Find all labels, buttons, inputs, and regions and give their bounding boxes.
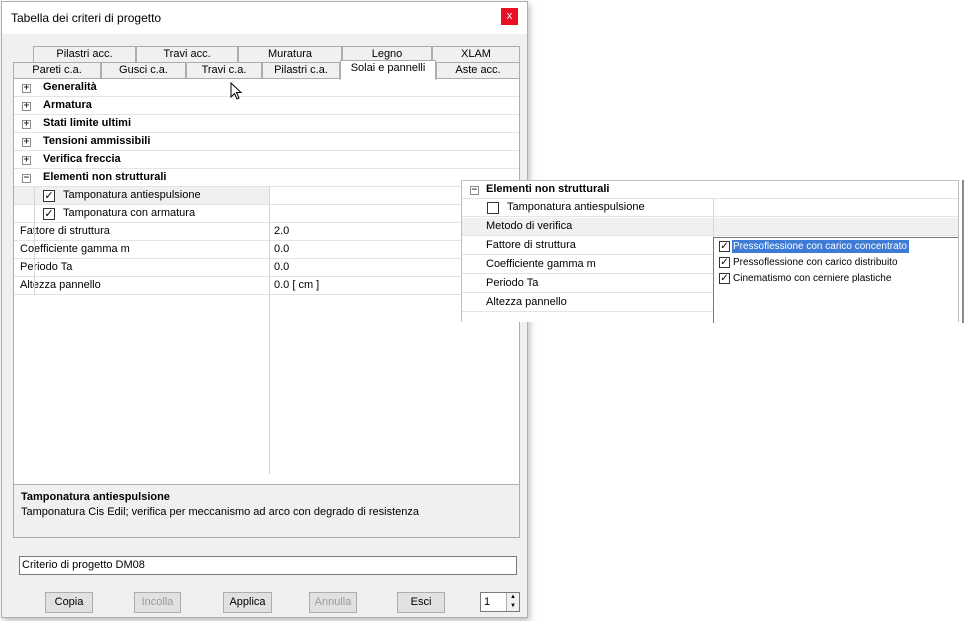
tab-travi-ca[interactable]: Travi c.a.: [186, 62, 262, 79]
title-bar: Tabella dei criteri di progetto x: [2, 2, 527, 34]
row-coefficiente-gamma-m[interactable]: Coefficiente gamma m 0.0: [14, 241, 519, 259]
option-checkbox[interactable]: ✓: [719, 241, 730, 252]
category-elementi-non-strutturali[interactable]: − Elementi non strutturali: [14, 169, 519, 187]
tab-pareti-ca[interactable]: Pareti c.a.: [13, 62, 101, 79]
collapse-icon[interactable]: −: [470, 186, 479, 195]
expand-icon[interactable]: +: [22, 120, 31, 129]
metodo-dropdown-list[interactable]: ✓ Pressoflessione con carico concentrato…: [713, 237, 958, 323]
option-checkbox[interactable]: ✓: [719, 257, 730, 268]
category-label: Elementi non strutturali: [486, 183, 610, 195]
category-label: Verifica freccia: [43, 153, 121, 165]
option-pressoflessione-concentrato[interactable]: ✓ Pressoflessione con carico concentrato: [718, 240, 946, 254]
checkbox-tamponatura-antiespulsione[interactable]: ✓: [43, 190, 55, 202]
category-label: Elementi non strutturali: [43, 171, 167, 183]
description-panel: Tamponatura antiespulsione Tamponatura C…: [13, 484, 520, 538]
spin-up-icon[interactable]: ▲: [507, 593, 519, 602]
property-label: Fattore di struttura: [486, 239, 576, 251]
description-title: Tamponatura antiespulsione: [21, 491, 170, 503]
tab-pilastri-acc[interactable]: Pilastri acc.: [33, 46, 136, 63]
tab-xlam[interactable]: XLAM: [432, 46, 520, 63]
row-tamponatura-con-armatura[interactable]: ✓ Tamponatura con armatura: [14, 205, 519, 223]
zoom-row-metodo-di-verifica[interactable]: Metodo di verifica: [462, 218, 958, 236]
property-label: Coefficiente gamma m: [20, 243, 130, 255]
spinner-arrows[interactable]: ▲ ▼: [506, 593, 519, 611]
category-stati-limite-ultimi[interactable]: + Stati limite ultimi: [14, 115, 519, 133]
expand-icon[interactable]: +: [22, 102, 31, 111]
zoom-category-elementi-non-strutturali[interactable]: − Elementi non strutturali: [462, 181, 958, 199]
criterio-field[interactable]: Criterio di progetto DM08: [19, 556, 517, 575]
row-altezza-pannello[interactable]: Altezza pannello 0.0 [ cm ]: [14, 277, 519, 295]
description-text: Tamponatura Cis Edil; verifica per mecca…: [21, 506, 420, 518]
tab-gusci-ca[interactable]: Gusci c.a.: [101, 62, 186, 79]
property-label: Tamponatura antiespulsione: [63, 189, 201, 201]
expand-icon[interactable]: +: [22, 156, 31, 165]
property-label: Periodo Ta: [486, 277, 539, 289]
property-label: Coefficiente gamma m: [486, 258, 596, 270]
row-periodo-ta[interactable]: Periodo Ta 0.0: [14, 259, 519, 277]
zoom-row-tamponatura-antiespulsione[interactable]: Tamponatura antiespulsione: [462, 199, 958, 217]
category-generalita[interactable]: + Generalità: [14, 79, 519, 97]
tab-aste-acc[interactable]: Aste acc.: [436, 62, 520, 79]
tab-solai-e-pannelli[interactable]: Solai e pannelli: [340, 60, 436, 80]
esci-button[interactable]: Esci: [397, 592, 445, 613]
property-label: Tamponatura con armatura: [63, 207, 196, 219]
property-value[interactable]: 2.0: [274, 225, 289, 237]
category-label: Tensioni ammissibili: [43, 135, 151, 147]
property-value[interactable]: 0.0: [274, 243, 289, 255]
category-tensioni-ammissibili[interactable]: + Tensioni ammissibili: [14, 133, 519, 151]
property-label: Metodo di verifica: [486, 220, 573, 232]
property-label: Tamponatura antiespulsione: [507, 201, 645, 213]
option-pressoflessione-distribuito[interactable]: ✓ Pressoflessione con carico distribuito: [718, 256, 946, 270]
mouse-cursor-icon: [230, 82, 243, 100]
window-title: Tabella dei criteri di progetto: [11, 11, 162, 25]
expand-icon[interactable]: +: [22, 138, 31, 147]
tab-row-bottom: Pareti c.a. Gusci c.a. Travi c.a. Pilast…: [2, 60, 527, 80]
row-fattore-di-struttura[interactable]: Fattore di struttura 2.0: [14, 223, 519, 241]
property-grid: + Generalità + Armatura + Stati limite u…: [13, 78, 520, 485]
checkbox-tamponatura-antiespulsione[interactable]: [487, 202, 499, 214]
criteria-dialog: Tabella dei criteri di progetto x Pilast…: [1, 1, 528, 618]
checkbox-tamponatura-con-armatura[interactable]: ✓: [43, 208, 55, 220]
indent-divider: [34, 187, 35, 295]
tab-row-top: Pilastri acc. Travi acc. Muratura Legno …: [2, 46, 527, 63]
annulla-button[interactable]: Annulla: [309, 592, 357, 613]
option-label: Pressoflessione con carico concentrato: [732, 240, 909, 253]
expand-icon[interactable]: +: [22, 84, 31, 93]
category-armatura[interactable]: + Armatura: [14, 97, 519, 115]
tab-travi-acc[interactable]: Travi acc.: [136, 46, 238, 63]
copia-button[interactable]: Copia: [45, 592, 93, 613]
column-divider[interactable]: [269, 187, 270, 474]
category-label: Stati limite ultimi: [43, 117, 132, 129]
zoom-panel-edge: [962, 180, 964, 323]
category-verifica-freccia[interactable]: + Verifica freccia: [14, 151, 519, 169]
option-cinematismo-cerniere[interactable]: ✓ Cinematismo con cerniere plastiche: [718, 272, 946, 286]
property-label: Periodo Ta: [20, 261, 73, 273]
property-label: Altezza pannello: [20, 279, 101, 291]
tab-pilastri-ca[interactable]: Pilastri c.a.: [262, 62, 340, 79]
close-button[interactable]: x: [501, 8, 518, 25]
spinner-value: 1: [484, 596, 491, 608]
tab-muratura[interactable]: Muratura: [238, 46, 342, 63]
row-tamponatura-antiespulsione[interactable]: ✓ Tamponatura antiespulsione: [14, 187, 269, 205]
option-label: Cinematismo con cerniere plastiche: [733, 273, 892, 284]
property-value[interactable]: 0.0: [274, 261, 289, 273]
category-label: Armatura: [43, 99, 92, 111]
incolla-button[interactable]: Incolla: [134, 592, 181, 613]
category-label: Generalità: [43, 81, 97, 93]
zoom-panel: − Elementi non strutturali Tamponatura a…: [461, 180, 959, 323]
option-label: Pressoflessione con carico distribuito: [733, 257, 898, 268]
collapse-icon[interactable]: −: [22, 174, 31, 183]
applica-button[interactable]: Applica: [223, 592, 272, 613]
option-checkbox[interactable]: ✓: [719, 273, 730, 284]
property-value[interactable]: 0.0 [ cm ]: [274, 279, 319, 291]
property-label: Altezza pannello: [486, 296, 567, 308]
page-spinner[interactable]: 1 ▲ ▼: [480, 592, 520, 612]
spin-down-icon[interactable]: ▼: [507, 602, 519, 611]
